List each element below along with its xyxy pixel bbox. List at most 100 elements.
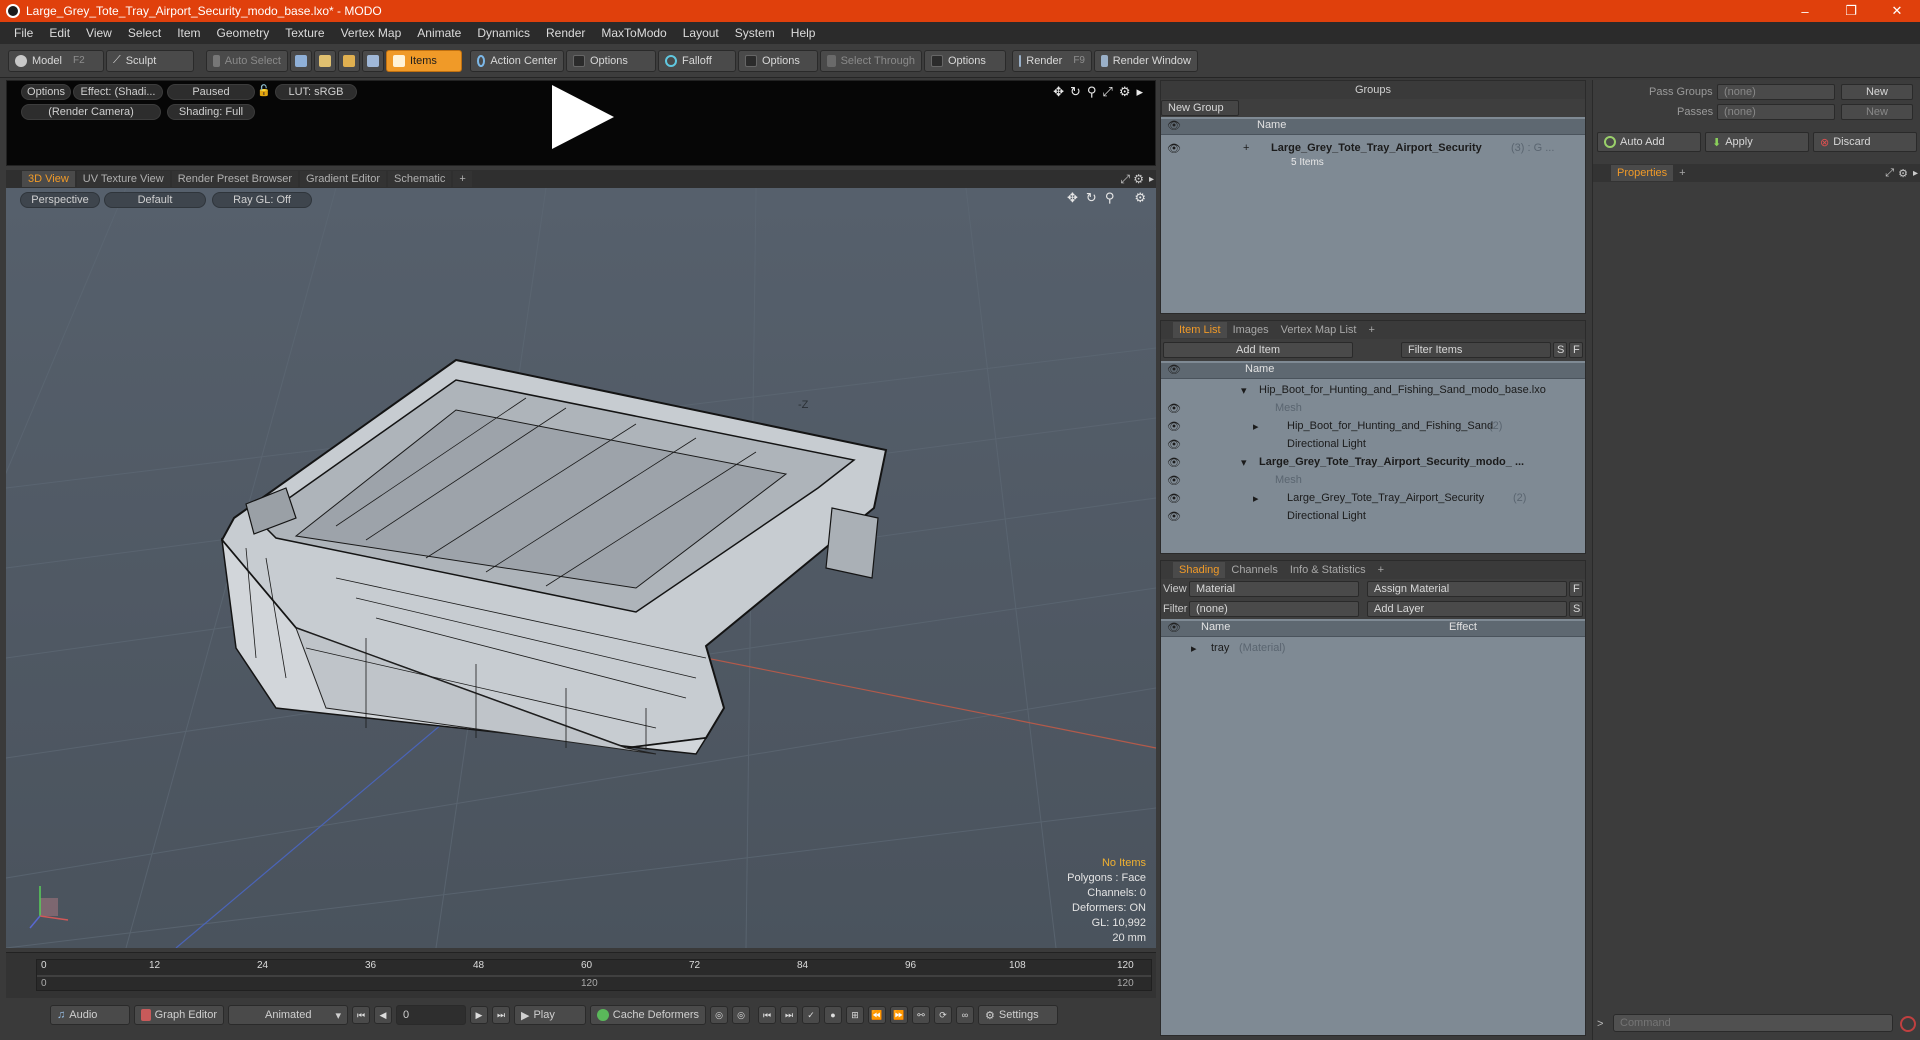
maximize-button[interactable]: ❐ bbox=[1828, 0, 1874, 22]
preview-paused-button[interactable]: Paused bbox=[167, 84, 255, 100]
sync-icon[interactable]: ⟳ bbox=[934, 1006, 952, 1024]
gear-icon[interactable]: ⚙ bbox=[1133, 172, 1144, 186]
expand-icon[interactable]: ⤢ bbox=[1885, 167, 1894, 180]
loop-icon[interactable]: ∞ bbox=[956, 1006, 974, 1024]
menu-system[interactable]: System bbox=[727, 26, 783, 40]
falloff-options-button[interactable]: Options bbox=[738, 49, 818, 72]
tab-vertex-map-list[interactable]: Vertex Map List bbox=[1275, 322, 1363, 338]
record-icon[interactable]: ● bbox=[824, 1006, 842, 1024]
preview-lut-dropdown[interactable]: LUT: sRGB bbox=[275, 84, 357, 100]
menu-help[interactable]: Help bbox=[783, 26, 824, 40]
go-to-start-icon[interactable]: ⏮ bbox=[352, 1006, 370, 1024]
expand-icon[interactable]: ▸ bbox=[1253, 492, 1259, 505]
auto-select-button[interactable]: Auto Select bbox=[206, 49, 288, 72]
add-item-dropdown[interactable]: Add Item bbox=[1163, 342, 1353, 358]
play-button[interactable]: ▶ Play bbox=[514, 1005, 586, 1025]
preview-effect-dropdown[interactable]: Effect: (Shadi... bbox=[73, 84, 163, 100]
key-all-icon[interactable]: ◎ bbox=[732, 1006, 750, 1024]
list-item[interactable]: 👁 ▸ Hip_Boot_for_Hunting_and_Fishing_San… bbox=[1161, 417, 1585, 435]
step-back-icon[interactable]: ◀ bbox=[374, 1006, 392, 1024]
eye-icon[interactable]: 👁 bbox=[1167, 510, 1181, 523]
timeline[interactable]: 0 12 24 36 48 60 72 84 96 108 120 0 120 … bbox=[6, 952, 1156, 998]
menu-maxtomodo[interactable]: MaxToModo bbox=[593, 26, 674, 40]
timeline-track[interactable]: 0 12 24 36 48 60 72 84 96 108 120 0 120 … bbox=[36, 959, 1152, 991]
menu-view[interactable]: View bbox=[78, 26, 120, 40]
menu-vertex-map[interactable]: Vertex Map bbox=[333, 26, 410, 40]
eye-icon[interactable]: 👁 bbox=[1167, 420, 1181, 433]
rotate-icon[interactable]: ↻ bbox=[1070, 84, 1081, 100]
gear-icon[interactable]: ⚙ bbox=[1898, 167, 1908, 180]
preview-options-button[interactable]: Options bbox=[21, 84, 71, 100]
filter-dropdown[interactable]: (none) bbox=[1189, 601, 1359, 617]
eye-icon[interactable]: 👁 bbox=[1167, 402, 1181, 415]
menu-animate[interactable]: Animate bbox=[409, 26, 469, 40]
auto-key-icon[interactable]: ⊞ bbox=[846, 1006, 864, 1024]
assign-material-button[interactable]: Assign Material bbox=[1367, 581, 1567, 597]
apply-button[interactable]: ⬇ Apply bbox=[1705, 132, 1809, 152]
falloff-button[interactable]: Falloff bbox=[658, 49, 736, 72]
shading-f-button[interactable]: F bbox=[1569, 581, 1583, 597]
render-button[interactable]: Render F9 bbox=[1012, 49, 1092, 72]
prev-key-icon[interactable]: ⏮ bbox=[758, 1006, 776, 1024]
animated-dropdown[interactable]: Animated ▾ bbox=[228, 1005, 348, 1025]
passes-dropdown[interactable]: (none) bbox=[1717, 104, 1835, 120]
tab-images[interactable]: Images bbox=[1227, 322, 1275, 338]
graph-editor-button[interactable]: Graph Editor bbox=[134, 1005, 224, 1025]
arrow-right-icon[interactable]: ▸ bbox=[1136, 84, 1143, 100]
expand-icon[interactable]: ▸ bbox=[1253, 420, 1259, 433]
expand-icon[interactable]: ▸ bbox=[1191, 642, 1197, 655]
list-item[interactable]: 👁 Mesh bbox=[1161, 399, 1585, 417]
go-to-end-icon[interactable]: ⏭ bbox=[492, 1006, 510, 1024]
eye-icon[interactable]: 👁 bbox=[1167, 456, 1181, 469]
view-dropdown[interactable]: Material bbox=[1189, 581, 1359, 597]
menu-geometry[interactable]: Geometry bbox=[209, 26, 278, 40]
edges-mode-button[interactable] bbox=[314, 49, 336, 72]
polygons-mode-button[interactable] bbox=[338, 49, 360, 72]
pan-icon[interactable]: ✥ bbox=[1067, 190, 1078, 206]
filter-s-button[interactable]: S bbox=[1553, 342, 1567, 358]
tab-info-statistics[interactable]: Info & Statistics bbox=[1284, 562, 1372, 578]
eye-icon[interactable]: 👁 bbox=[1167, 492, 1181, 505]
items-mode-button[interactable]: Items bbox=[386, 49, 462, 72]
shading-s-button[interactable]: S bbox=[1569, 601, 1583, 617]
skip-next-icon[interactable]: ⏩ bbox=[890, 1006, 908, 1024]
tab-shading[interactable]: Shading bbox=[1173, 562, 1226, 578]
list-item[interactable]: ▾ Hip_Boot_for_Hunting_and_Fishing_Sand_… bbox=[1161, 381, 1585, 399]
menu-item[interactable]: Item bbox=[169, 26, 208, 40]
new-pass-group-button[interactable]: New bbox=[1841, 84, 1913, 100]
menu-dynamics[interactable]: Dynamics bbox=[469, 26, 538, 40]
tab-3d-view[interactable]: 3D View bbox=[22, 171, 75, 187]
preview-shading-dropdown[interactable]: Shading: Full bbox=[167, 104, 255, 120]
rotate-icon[interactable]: ↻ bbox=[1086, 190, 1097, 206]
add-tab-button[interactable]: + bbox=[1673, 165, 1691, 181]
sculpt-mode-button[interactable]: ⟋ Sculpt bbox=[106, 49, 194, 72]
eye-icon[interactable]: 👁 bbox=[1167, 119, 1181, 132]
add-tab-button[interactable]: + bbox=[453, 171, 472, 187]
maximize-icon[interactable]: ⤢ bbox=[1102, 84, 1112, 100]
list-item[interactable]: 👁 ▾ Large_Grey_Tote_Tray_Airport_Securit… bbox=[1161, 453, 1585, 471]
settings-button[interactable]: ⚙ Settings bbox=[978, 1005, 1058, 1025]
vertices-mode-button[interactable] bbox=[290, 49, 312, 72]
lock-icon[interactable]: 🔓 bbox=[257, 84, 271, 97]
filter-items-input[interactable]: Filter Items bbox=[1401, 342, 1551, 358]
menu-file[interactable]: File bbox=[6, 26, 41, 40]
menu-texture[interactable]: Texture bbox=[277, 26, 332, 40]
cache-deformers-button[interactable]: Cache Deformers bbox=[590, 1005, 706, 1025]
list-item[interactable]: 👁 Directional Light bbox=[1161, 435, 1585, 453]
eye-icon[interactable]: 👁 bbox=[1167, 363, 1181, 376]
tab-uv-texture-view[interactable]: UV Texture View bbox=[76, 171, 170, 187]
new-pass-button[interactable]: New bbox=[1841, 104, 1913, 120]
menu-select[interactable]: Select bbox=[120, 26, 169, 40]
list-item[interactable]: 👁 ▸ Large_Grey_Tote_Tray_Airport_Securit… bbox=[1161, 489, 1585, 507]
raygl-dropdown[interactable]: Ray GL: Off bbox=[212, 192, 312, 208]
play-icon[interactable] bbox=[552, 85, 614, 149]
arrow-right-icon[interactable]: ▸ bbox=[1149, 174, 1154, 185]
tab-channels[interactable]: Channels bbox=[1225, 562, 1283, 578]
action-center-options-button[interactable]: Options bbox=[566, 49, 656, 72]
tab-item-list[interactable]: Item List bbox=[1173, 322, 1227, 338]
minimize-button[interactable]: – bbox=[1782, 0, 1828, 22]
model-mode-button[interactable]: Model F2 bbox=[8, 49, 104, 72]
close-button[interactable]: ✕ bbox=[1874, 0, 1920, 22]
list-item[interactable]: 👁 Directional Light bbox=[1161, 507, 1585, 525]
menu-layout[interactable]: Layout bbox=[675, 26, 727, 40]
